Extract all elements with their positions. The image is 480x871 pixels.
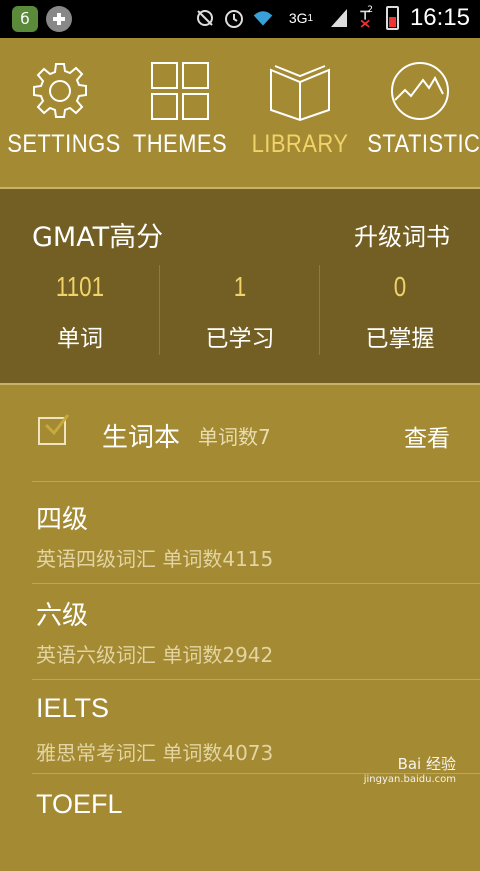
nav-label: THEMES [132,130,228,158]
nav-library[interactable]: LIBRARY [240,38,360,188]
stat-learned: 1 已学习 [160,261,320,361]
gear-icon [33,63,87,118]
nav-settings[interactable]: SETTINGS [0,38,120,188]
wifi-icon [252,6,274,30]
view-button[interactable]: 查看 [404,419,450,453]
stat-words: 1101 单词 [0,261,160,361]
checkmark-icon [44,414,70,436]
book-list: 生词本 单词数7 查看 四级 英语四级词汇 单词数4115 六级 英语六级词汇 … [0,385,480,819]
list-item[interactable]: 四级 英语四级词汇 单词数4115 [0,485,480,581]
list-item-subtitle: 雅思常考词汇 单词数4073 [36,741,274,765]
watermark-sub: jingyan.baidu.com [363,774,456,785]
list-item-title: IELTS [36,693,110,723]
book-title: GMAT高分 [32,222,164,253]
stat-value: 0 [393,271,407,302]
nav-label: LIBRARY [251,130,349,158]
nav-label: SETTINGS [7,130,121,158]
vocab-book-row[interactable]: 生词本 单词数7 查看 [0,385,480,481]
grid-icon [151,62,209,120]
add-icon [46,6,72,32]
list-item[interactable]: TOEFL [0,775,480,871]
clock: 16:15 [409,4,470,31]
network-type: 3G [288,10,308,26]
chart-icon [391,62,449,120]
watermark-text: Bai 经验 [397,755,456,773]
alarm-icon [223,6,245,30]
stat-label: 单词 [57,326,103,352]
stat-label: 已掌握 [365,326,435,352]
app-icon: б [12,6,38,32]
vocab-book-title: 生词本 [102,423,181,453]
current-book-panel: GMAT高分 升级词书 1101 单词 1 已学习 0 已掌握 [0,189,480,383]
signal-icon [328,6,350,30]
book-icon [270,65,330,122]
nav-label: STATISTICS [367,130,480,158]
nav-themes[interactable]: THEMES [120,38,240,188]
list-item-title: 四级 [36,505,89,535]
network-indicator: 3G 1 [281,6,321,30]
sim1-label: 1 [307,12,314,24]
nav-statistics[interactable]: STATISTICS [360,38,480,188]
upgrade-book-button[interactable]: 升级词书 [354,217,450,252]
stat-label: 已学习 [205,326,275,352]
list-item-title: 六级 [36,601,89,631]
stat-value: 1101 [55,271,105,302]
status-bar: б 3G 1 2 16:15 [0,0,480,38]
battery-icon [385,6,399,30]
watermark: Bai 经验 jingyan.baidu.com [364,756,456,788]
divider [32,481,480,482]
no-signal-icon: 2 [357,5,379,30]
list-item-subtitle: 英语六级词汇 单词数2942 [36,643,274,667]
stat-value: 1 [233,271,247,302]
list-item[interactable]: 六级 英语六级词汇 单词数2942 [0,581,480,677]
top-nav: SETTINGS THEMES LIBRARY STATISTIC [0,38,480,222]
sim2-label: 2 [367,5,373,15]
sync-icon [194,6,216,30]
vocab-book-count: 单词数7 [198,425,271,449]
list-item-title: TOEFL [36,789,123,819]
list-item-subtitle: 英语四级词汇 单词数4115 [36,547,274,571]
stat-mastered: 0 已掌握 [320,261,480,361]
